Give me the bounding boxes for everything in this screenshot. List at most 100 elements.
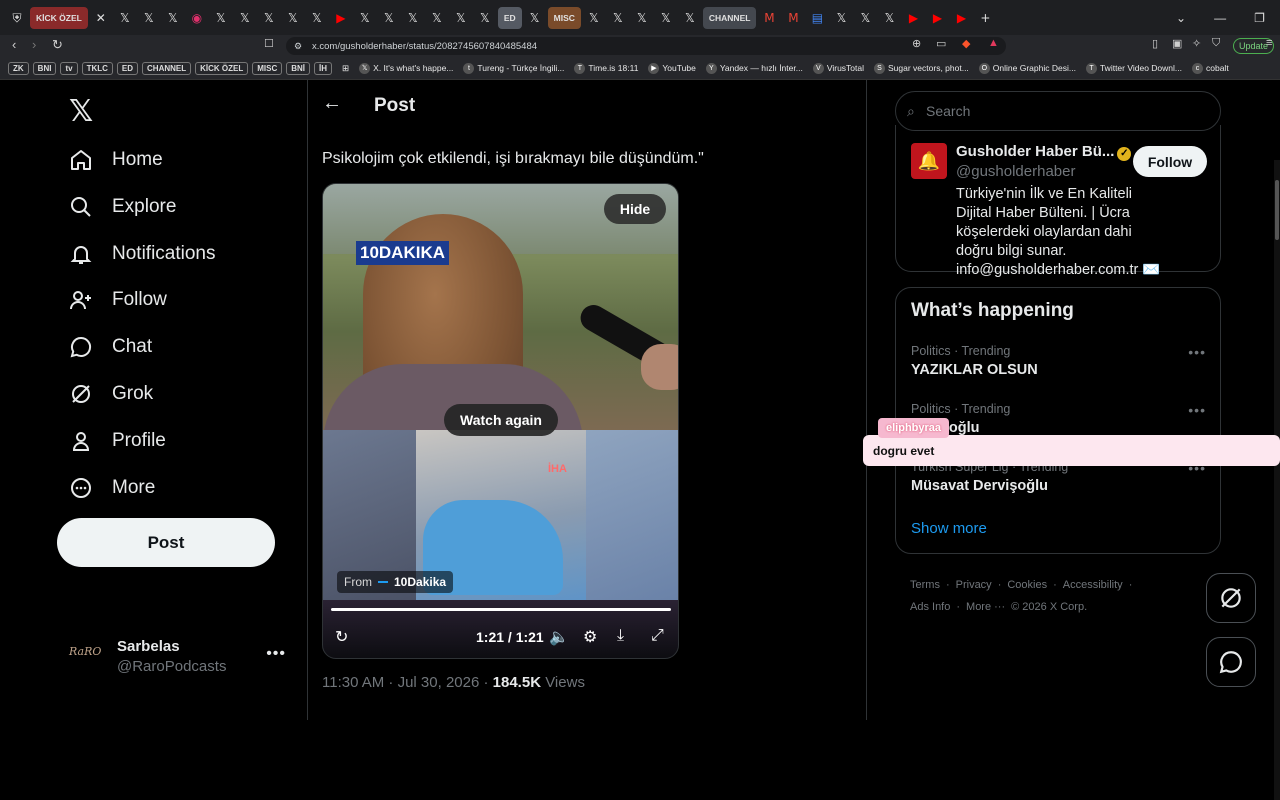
nav-item-home[interactable]: Home (69, 145, 163, 175)
sidebar-toggle-icon[interactable]: ▯ (1152, 37, 1158, 50)
browser-tab[interactable]: M (782, 7, 804, 29)
browser-tab[interactable]: 𝕏 (234, 7, 256, 29)
follow-button[interactable]: Follow (1133, 146, 1207, 177)
bookmark-group[interactable]: TKLC (81, 61, 113, 75)
nav-item-notifications[interactable]: Notifications (69, 239, 216, 269)
tab-group[interactable]: MISC (547, 6, 581, 29)
watch-again-button[interactable]: Watch again (444, 404, 558, 436)
forward-nav-icon[interactable]: › (32, 37, 36, 52)
browser-tab[interactable]: + (974, 7, 996, 29)
bookmark-group[interactable]: BNİ (286, 61, 311, 75)
browser-tab[interactable]: 𝕏 (655, 7, 677, 29)
scrollbar[interactable] (1274, 160, 1280, 800)
footer-link[interactable]: Accessibility (1063, 579, 1123, 591)
replay-icon[interactable]: ↻ (335, 627, 348, 647)
tab-group[interactable]: ED (497, 6, 522, 29)
browser-tab[interactable]: 𝕏 (306, 7, 328, 29)
vpn-icon[interactable]: ⛉ (1212, 37, 1220, 50)
bookmark-item[interactable]: T Twitter Video Downl... (1085, 62, 1182, 74)
show-more-link[interactable]: Show more (911, 520, 987, 537)
browser-tab[interactable]: 𝕏 (426, 7, 448, 29)
browser-tab[interactable]: 𝕏 (450, 7, 472, 29)
bookmark-item[interactable]: O Online Graphic Desi... (978, 62, 1076, 74)
browser-tab[interactable]: 𝕏 (854, 7, 876, 29)
bookmark-item[interactable]: c cobalt (1192, 62, 1229, 74)
bookmark-item[interactable]: ▶ YouTube (648, 62, 696, 74)
browser-tab[interactable]: ▶ (330, 7, 352, 29)
footer-link[interactable]: © 2026 X Corp. (1011, 601, 1087, 613)
browser-tab[interactable]: 𝕏 (138, 7, 160, 29)
browser-tab[interactable]: 𝕏 (474, 7, 496, 29)
x-logo-icon[interactable]: 𝕏 (69, 94, 93, 129)
bookmark-group[interactable]: CHANNEL (142, 61, 192, 75)
search-input[interactable]: ⌕ Search (895, 91, 1221, 131)
apps-grid-icon[interactable]: ⊞ (342, 63, 349, 74)
video-source[interactable]: From 10Dakika (337, 571, 454, 593)
browser-tab[interactable]: 𝕏 (607, 7, 629, 29)
trend-item[interactable]: Turkish Super Lig · Trending Müsavat Derv… (911, 460, 1211, 500)
tab-group[interactable]: KİCK ÖZEL (30, 6, 88, 29)
profile-name[interactable]: Gusholder Haber Bü... ✓ (956, 143, 1132, 161)
site-info-icon[interactable]: ⚙ (294, 41, 302, 52)
browser-tab[interactable]: 𝕏 (114, 7, 136, 29)
browser-tab[interactable]: ✕ (90, 7, 112, 29)
browser-tab[interactable]: 𝕏 (878, 7, 900, 29)
messages-fab[interactable] (1206, 637, 1256, 687)
restore-icon[interactable]: ❐ (1254, 11, 1265, 25)
browser-tab[interactable]: 𝕏 (830, 7, 852, 29)
zoom-icon[interactable]: ⊕ (912, 37, 921, 50)
browser-tab[interactable]: 𝕏 (162, 7, 184, 29)
nav-item-explore[interactable]: Explore (69, 192, 176, 222)
nav-item-chat[interactable]: Chat (69, 332, 152, 362)
nav-item-follow[interactable]: Follow (69, 285, 167, 315)
tab-group[interactable]: CHANNEL (702, 6, 757, 29)
video-progress-bar[interactable] (331, 608, 671, 611)
minimize-icon[interactable]: — (1214, 11, 1226, 25)
browser-tab[interactable]: 𝕏 (354, 7, 376, 29)
browser-tab[interactable]: 𝕏 (679, 7, 701, 29)
bookmark-group[interactable]: İH (314, 61, 333, 75)
browser-tab[interactable]: 𝕏 (258, 7, 280, 29)
nav-item-grok[interactable]: Grok (69, 379, 153, 409)
bookmark-group[interactable]: tv (60, 61, 78, 75)
trend-item[interactable]: Politics · Trending YAZIKLAR OLSUN ••• (911, 344, 1211, 384)
more-dots-icon[interactable]: ••• (1188, 402, 1206, 418)
shield-icon[interactable]: ⛨ (6, 7, 28, 29)
more-dots-icon[interactable]: ••• (266, 645, 286, 663)
more-dots-icon[interactable]: ••• (1188, 344, 1206, 360)
bookmark-star-icon[interactable]: ☐ (264, 37, 274, 50)
browser-tab[interactable]: ◉ (186, 7, 208, 29)
nav-item-more[interactable]: More (69, 473, 155, 503)
bookmark-item[interactable]: Y Yandex — hızlı İnter... (705, 62, 803, 74)
browser-tab[interactable]: ▤ (806, 7, 828, 29)
grok-fab[interactable] (1206, 573, 1256, 623)
video-player[interactable]: 10DAKIKA İHA Hide Watch again From 10Dak… (322, 183, 679, 659)
fullscreen-icon[interactable]: ⤢ (651, 627, 664, 645)
bookmark-group[interactable]: BNI (32, 61, 57, 75)
rewards-icon[interactable]: ▲ (988, 37, 999, 49)
brave-shield-icon[interactable]: ◆ (962, 37, 970, 50)
browser-tab[interactable]: ▶ (902, 7, 924, 29)
hide-button[interactable]: Hide (604, 194, 666, 224)
bookmark-group[interactable]: MISC (252, 61, 283, 75)
browser-tab[interactable]: ▶ (926, 7, 948, 29)
browser-tab[interactable]: 𝕏 (282, 7, 304, 29)
bookmark-group[interactable]: KİCK ÖZEL (195, 61, 249, 75)
reload-icon[interactable]: ↻ (52, 37, 63, 53)
bookmark-item[interactable]: t Tureng - Türkçe İngili... (463, 62, 564, 74)
bookmark-item[interactable]: V VirusTotal (812, 62, 864, 74)
browser-tab[interactable]: 𝕏 (631, 7, 653, 29)
volume-icon[interactable]: 🔈 (549, 627, 569, 647)
footer-link[interactable]: Cookies (1007, 579, 1047, 591)
browser-tab[interactable]: 𝕏 (210, 7, 232, 29)
footer-link[interactable]: More ··· (966, 601, 1005, 613)
post-button[interactable]: Post (57, 518, 275, 567)
bell-logo-icon[interactable]: 🔔 (911, 143, 947, 179)
leo-icon[interactable]: ✧ (1192, 37, 1201, 50)
browser-tab[interactable]: 𝕏 (524, 7, 546, 29)
bookmark-item[interactable]: 𝕏 X. It's what's happe... (359, 62, 453, 74)
url-input[interactable]: ⚙ x.com/gusholderhaber/status/20827456078… (286, 37, 1006, 55)
browser-tab[interactable]: 𝕏 (402, 7, 424, 29)
cast-icon[interactable]: ▭ (936, 37, 946, 50)
footer-link[interactable]: Ads Info (910, 601, 950, 613)
